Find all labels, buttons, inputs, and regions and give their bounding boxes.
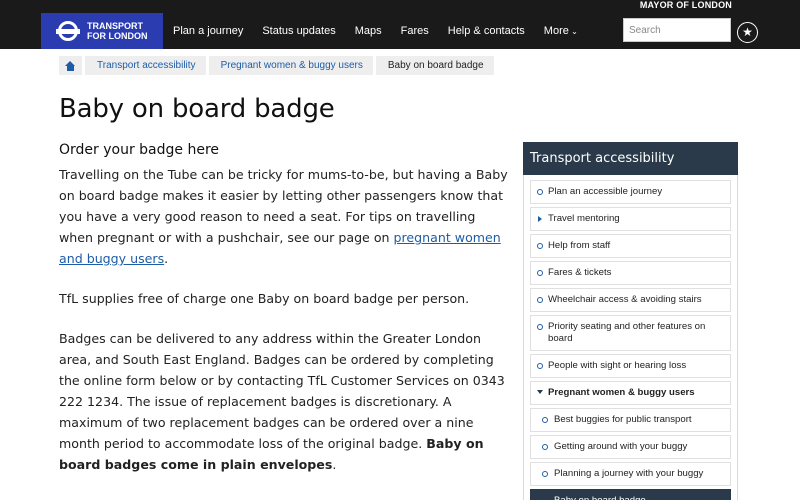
main-content: Travelling on the Tube can be tricky for… xyxy=(59,164,509,494)
sidebar-item-pregnant-women[interactable]: Pregnant women & buggy users xyxy=(530,381,731,405)
logo-text: TRANSPORT FOR LONDON xyxy=(87,21,148,41)
breadcrumb-transport-accessibility[interactable]: Transport accessibility xyxy=(85,56,206,75)
breadcrumb-current: Baby on board badge xyxy=(375,56,494,75)
sidebar-item-plan-accessible-journey[interactable]: Plan an accessible journey xyxy=(530,180,731,204)
paragraph-delivery: Badges can be delivered to any address w… xyxy=(59,328,509,475)
nav-maps[interactable]: Maps xyxy=(355,25,382,37)
top-header: MAYOR OF LONDON TRANSPORT FOR LONDON Pla… xyxy=(0,0,800,49)
star-icon[interactable]: ★ xyxy=(737,22,758,43)
breadcrumb: Transport accessibility Pregnant women &… xyxy=(59,56,497,75)
intro-end: . xyxy=(164,251,169,266)
home-icon xyxy=(65,60,76,71)
sidebar: Transport accessibility Plan an accessib… xyxy=(523,142,738,500)
page-title: Baby on board badge xyxy=(59,94,335,124)
sidebar-item-help-from-staff[interactable]: Help from staff xyxy=(530,234,731,258)
logo-line-2: FOR LONDON xyxy=(87,31,148,41)
sidebar-item-priority-seating[interactable]: Priority seating and other features on b… xyxy=(530,315,731,351)
sidebar-subitem-baby-on-board[interactable]: Baby on board badge xyxy=(530,489,731,500)
breadcrumb-pregnant-women[interactable]: Pregnant women & buggy users xyxy=(208,56,373,75)
sidebar-heading[interactable]: Transport accessibility xyxy=(523,142,738,175)
sidebar-item-fares-tickets[interactable]: Fares & tickets xyxy=(530,261,731,285)
delivery-end: . xyxy=(332,457,337,472)
main-nav: Plan a journey Status updates Maps Fares… xyxy=(173,13,597,49)
paragraph-intro: Travelling on the Tube can be tricky for… xyxy=(59,164,509,269)
nav-more[interactable]: More xyxy=(544,25,578,37)
sidebar-item-wheelchair-access[interactable]: Wheelchair access & avoiding stairs xyxy=(530,288,731,312)
roundel-icon xyxy=(56,19,80,43)
paragraph-free-badge: TfL supplies free of charge one Baby on … xyxy=(59,291,470,306)
section-heading: Order your badge here xyxy=(59,142,220,158)
search-input[interactable] xyxy=(623,18,731,42)
sidebar-subitem-getting-around[interactable]: Getting around with your buggy xyxy=(530,435,731,459)
nav-help-contacts[interactable]: Help & contacts xyxy=(448,25,525,37)
breadcrumb-home[interactable] xyxy=(59,56,82,75)
sidebar-subitem-best-buggies[interactable]: Best buggies for public transport xyxy=(530,408,731,432)
sidebar-sublist: Best buggies for public transport Gettin… xyxy=(530,408,731,500)
nav-status-updates[interactable]: Status updates xyxy=(262,25,335,37)
nav-plan-journey[interactable]: Plan a journey xyxy=(173,25,243,37)
tfl-logo[interactable]: TRANSPORT FOR LONDON xyxy=(41,13,163,49)
sidebar-list: Plan an accessible journey Travel mentor… xyxy=(523,175,738,500)
sidebar-item-travel-mentoring[interactable]: Travel mentoring xyxy=(530,207,731,231)
nav-fares[interactable]: Fares xyxy=(401,25,429,37)
sidebar-item-sight-hearing-loss[interactable]: People with sight or hearing loss xyxy=(530,354,731,378)
mayor-of-london-link[interactable]: MAYOR OF LONDON xyxy=(640,0,732,11)
logo-line-1: TRANSPORT xyxy=(87,21,143,31)
delivery-text: Badges can be delivered to any address w… xyxy=(59,331,505,451)
sidebar-subitem-planning-journey[interactable]: Planning a journey with your buggy xyxy=(530,462,731,486)
